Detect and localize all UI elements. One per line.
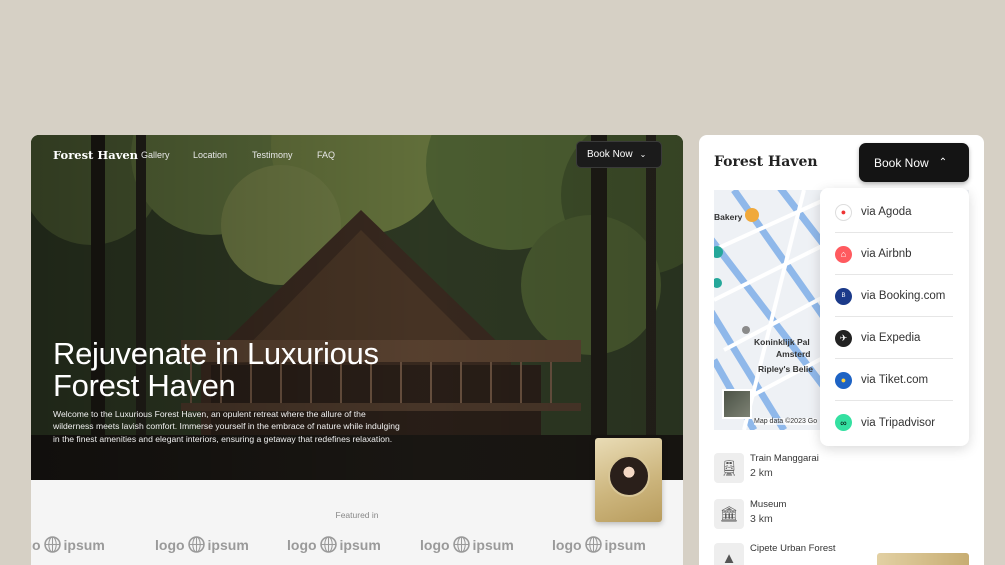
logo-word: logo <box>552 536 582 553</box>
hero-section: Forest Haven Gallery Location Testimony … <box>31 135 683 480</box>
book-now-label: Book Now <box>874 155 929 170</box>
booking-option-label: via Airbnb <box>861 248 912 260</box>
partner-logo: logo ipsum <box>31 536 105 553</box>
logo-word: logo <box>420 536 450 553</box>
logo-word: logo <box>155 536 185 553</box>
place-name: Cipete Urban Forest <box>750 543 836 554</box>
booking-icon: B <box>835 287 852 305</box>
logo-word: logo <box>31 536 41 553</box>
hero-title-line-2: Forest Haven <box>53 368 236 403</box>
booking-option-airbnb[interactable]: ⌂ via Airbnb <box>835 234 953 275</box>
museum-icon: 🏛︎ <box>714 499 744 529</box>
booking-option-agoda[interactable]: ● via Agoda <box>835 192 953 233</box>
map-label: Koninklijk Pal <box>754 337 810 347</box>
testimonial-card[interactable] <box>595 438 662 522</box>
booking-preview: Forest Haven Book Now ⌃ Bakery Koninklij… <box>699 135 984 565</box>
avatar <box>608 455 650 497</box>
map-satellite-toggle[interactable] <box>722 389 752 419</box>
forest-icon: ▲ <box>714 543 744 565</box>
partner-logo: logo ipsum <box>420 536 514 553</box>
globe-icon <box>319 536 337 553</box>
brand-logo[interactable]: Forest Haven <box>714 154 818 170</box>
nearby-place: 🏛︎ Museum 3 km <box>714 499 786 529</box>
booking-option-label: via Expedia <box>861 332 921 344</box>
booking-option-booking[interactable]: B via Booking.com <box>835 276 953 317</box>
map-label: Ripley's Belie <box>758 364 813 374</box>
logo-word: ipsum <box>339 536 381 553</box>
booking-option-label: via Booking.com <box>861 290 946 302</box>
nav-testimony[interactable]: Testimony <box>252 150 293 160</box>
booking-option-expedia[interactable]: ✈ via Expedia <box>835 318 953 359</box>
tripadvisor-icon: ∞ <box>835 414 852 431</box>
agoda-icon: ● <box>835 203 852 221</box>
globe-icon <box>187 536 205 553</box>
book-now-button[interactable]: Book Now ⌄ <box>576 141 662 168</box>
logo-word: ipsum <box>472 536 514 553</box>
partner-logo: logo ipsum <box>155 536 249 553</box>
nav-gallery[interactable]: Gallery <box>141 150 170 160</box>
logo-word: ipsum <box>207 536 249 553</box>
booking-option-label: via Tiket.com <box>861 374 929 386</box>
globe-icon <box>43 536 61 553</box>
globe-icon <box>584 536 602 553</box>
hero-title: Rejuvenate in Luxurious Forest Haven <box>53 338 379 402</box>
globe-icon <box>452 536 470 553</box>
featured-logos: logo ipsum logo ipsum logo ipsum logo ip… <box>31 536 683 560</box>
airbnb-icon: ⌂ <box>835 245 852 263</box>
place-distance: 3 km <box>750 513 773 525</box>
partner-logo: logo ipsum <box>552 536 646 553</box>
landing-preview: Forest Haven Gallery Location Testimony … <box>31 135 683 565</box>
booking-option-tripadvisor[interactable]: ∞ via Tripadvisor <box>835 402 953 443</box>
hero-description: Welcome to the Luxurious Forest Haven, a… <box>53 409 400 444</box>
booking-option-label: via Tripadvisor <box>861 416 936 429</box>
nearby-place: ▲ Cipete Urban Forest <box>714 543 836 565</box>
place-name: Museum <box>750 499 787 510</box>
booking-dropdown: ● via Agoda ⌂ via Airbnb B via Booking.c… <box>820 188 969 446</box>
book-now-button[interactable]: Book Now ⌃ <box>859 143 969 182</box>
train-icon: 🚆︎ <box>714 453 744 483</box>
book-now-label: Book Now <box>587 149 633 160</box>
nearby-place: 🚆︎ Train Manggarai 2 km <box>714 453 819 483</box>
chevron-down-icon: ⌄ <box>639 150 647 159</box>
logo-word: ipsum <box>604 536 646 553</box>
place-distance: 2 km <box>750 467 773 479</box>
brand-logo[interactable]: Forest Haven <box>53 148 138 162</box>
logo-word: ipsum <box>63 536 105 553</box>
logo-word: logo <box>287 536 317 553</box>
place-name: Train Manggarai <box>750 453 819 464</box>
nav-faq[interactable]: FAQ <box>317 150 335 160</box>
featured-label: Featured in <box>335 510 379 520</box>
booking-option-label: via Agoda <box>861 206 912 218</box>
partner-logo: logo ipsum <box>287 536 381 553</box>
hero-title-line-1: Rejuvenate in Luxurious <box>53 336 379 371</box>
map-label: Amsterd <box>776 349 811 359</box>
expedia-icon: ✈ <box>835 329 852 347</box>
chevron-up-icon: ⌃ <box>938 157 948 168</box>
booking-option-tiket[interactable]: ● via Tiket.com <box>835 360 953 401</box>
gallery-thumbnail[interactable] <box>877 553 969 565</box>
tiket-icon: ● <box>835 371 852 389</box>
nav-location[interactable]: Location <box>193 150 227 160</box>
map-label: Bakery <box>714 212 743 222</box>
map-credit: Map data ©2023 Go <box>754 418 818 425</box>
